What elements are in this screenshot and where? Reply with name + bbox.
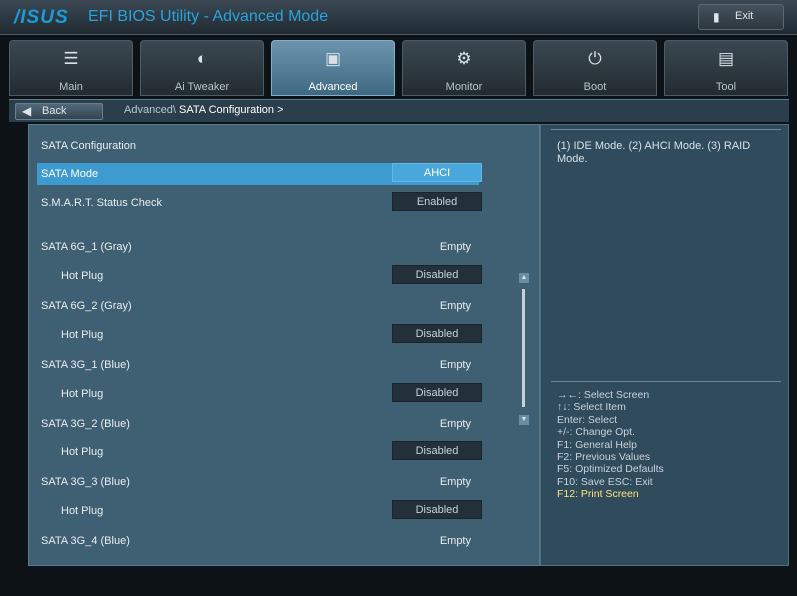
asus-logo: /ISUS [14,7,69,28]
key-hint: F10: Save ESC: Exit [557,475,653,488]
key-hint-print-screen: F12: Print Screen [557,488,639,501]
section-title-label: SATA Configuration [41,140,136,152]
smart-status-select[interactable]: Enabled [392,192,482,211]
help-description: (1) IDE Mode. (2) AHCI Mode. (3) RAID Mo… [557,140,751,165]
port-label: SATA 3G_2 (Blue) [41,418,130,430]
hot-plug-select[interactable]: Disabled [392,500,482,519]
tweaker-icon: ◐ [196,49,208,68]
port-status: Empty [439,241,471,253]
tab-boot[interactable]: ⏻ Boot [533,40,657,96]
hot-plug-label: Hot Plug [61,388,104,400]
title-bar: /ISUS EFI BIOS Utility - Advanced Mode ▮… [0,0,797,35]
monitor-icon: ⚙ [456,49,472,68]
setting-row-sata-mode[interactable]: SATA Mode AHCI [37,163,482,185]
tab-main-label: Main [59,81,83,93]
breadcrumb-parent: Advanced\ [124,104,176,116]
hot-plug-select[interactable]: Disabled [392,383,482,402]
setting-row-hot-plug[interactable]: Hot Plug Disabled [37,265,482,287]
tab-boot-label: Boot [583,81,607,93]
port-status: Empty [439,535,471,547]
exit-door-icon: ▮ [713,10,720,24]
port-status: Empty [439,359,471,371]
breadcrumb-current: SATA Configuration > [179,104,284,116]
port-status: Empty [439,300,471,312]
hot-plug-label: Hot Plug [61,446,104,458]
tab-ai-tweaker-label: Ai Tweaker [174,81,230,93]
port-status: Empty [439,476,471,488]
hot-plug-select[interactable]: Disabled [392,265,482,284]
setting-row-port: SATA 3G_3 (Blue) Empty [37,471,479,493]
setting-label: S.M.A.R.T. Status Check [41,197,163,209]
key-legend: →←: Select Screen ↑↓: Select Item Enter:… [557,389,664,501]
port-label: SATA 3G_3 (Blue) [41,476,130,488]
app-title: EFI BIOS Utility - Advanced Mode [88,8,329,25]
key-hint: Enter: Select [557,413,618,426]
back-button[interactable]: ◀ Back [15,103,103,120]
tab-ai-tweaker[interactable]: ◐ Ai Tweaker [140,40,264,96]
setting-row-hot-plug[interactable]: Hot Plug Disabled [37,383,482,405]
setting-row-hot-plug[interactable]: Hot Plug Disabled [37,500,482,522]
key-hint: ↑↓: Select Item [557,401,626,414]
key-hint: +/-: Change Opt. [557,426,635,439]
port-label: SATA 3G_1 (Blue) [41,359,130,371]
list-icon: ☰ [63,49,79,68]
setting-row-smart[interactable]: S.M.A.R.T. Status Check Enabled [37,192,482,214]
tab-tool-label: Tool [715,81,737,93]
back-arrow-icon: ◀ [22,104,32,118]
tab-monitor-label: Monitor [445,81,483,93]
divider [551,129,781,130]
tab-monitor[interactable]: ⚙ Monitor [402,40,526,96]
port-label: SATA 3G_4 (Blue) [41,535,130,547]
back-label: Back [42,105,67,117]
hot-plug-label: Hot Plug [61,270,104,282]
tab-advanced[interactable]: ▣ Advanced [271,40,395,96]
key-hint: F2: Previous Values [557,451,651,464]
power-icon: ⏻ [588,49,602,68]
tab-tool[interactable]: ▤ Tool [664,40,788,96]
section-title: SATA Configuration [37,135,479,157]
key-hint: F1: General Help [557,438,637,451]
hot-plug-label: Hot Plug [61,329,104,341]
port-label: SATA 6G_1 (Gray) [41,241,132,253]
hot-plug-label: Hot Plug [61,505,104,517]
hot-plug-select[interactable]: Disabled [392,441,482,460]
divider [551,381,781,382]
tab-advanced-label: Advanced [308,81,358,93]
setting-row-port: SATA 3G_1 (Blue) Empty [37,354,479,376]
tool-icon: ▤ [717,49,735,68]
port-status: Empty [439,418,471,430]
setting-row-port: SATA 3G_2 (Blue) Empty [37,413,479,435]
scroll-down-icon[interactable]: ▼ [519,415,529,425]
main-tabs: ☰ Main ◐ Ai Tweaker ▣ Advanced ⚙ Monitor… [9,40,789,97]
key-hint: F5: Optimized Defaults [557,463,664,476]
breadcrumb-path: Advanced\ SATA Configuration > [124,104,284,116]
setting-row-port: SATA 6G_2 (Gray) Empty [37,295,479,317]
bottom-bar [0,576,797,596]
help-panel: (1) IDE Mode. (2) AHCI Mode. (3) RAID Mo… [540,124,789,566]
advanced-icon: ▣ [324,49,342,68]
tab-main[interactable]: ☰ Main [9,40,133,96]
scroll-thumb[interactable] [522,289,525,407]
setting-row-hot-plug[interactable]: Hot Plug Disabled [37,324,482,346]
port-label: SATA 6G_2 (Gray) [41,300,132,312]
breadcrumb: ◀ Back Advanced\ SATA Configuration > [9,99,789,122]
scroll-up-icon[interactable]: ▲ [519,273,529,283]
exit-label: Exit [735,10,754,22]
hot-plug-select[interactable]: Disabled [392,324,482,343]
sata-mode-select[interactable]: AHCI [392,163,482,182]
key-hint: →←: Select Screen [557,389,650,401]
setting-label: SATA Mode [41,168,99,180]
setting-row-hot-plug[interactable]: Hot Plug Disabled [37,441,482,463]
setting-row-port: SATA 3G_4 (Blue) Empty [37,530,479,552]
settings-panel: SATA Configuration SATA Mode AHCI S.M.A.… [28,124,540,566]
setting-row-port: SATA 6G_1 (Gray) Empty [37,236,479,258]
exit-button[interactable]: ▮ Exit [698,4,784,30]
scrollbar[interactable]: ▲ ▼ [519,273,529,425]
